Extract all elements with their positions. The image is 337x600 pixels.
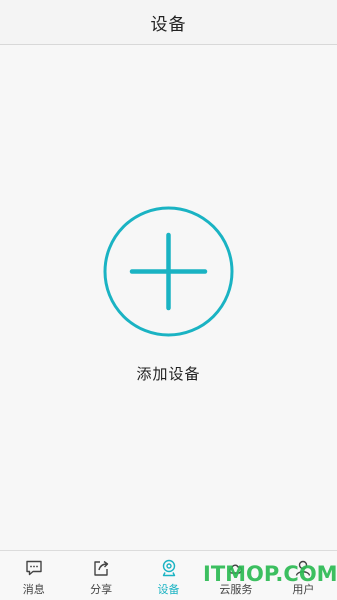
device-page: 添加设备 xyxy=(0,45,337,550)
device-icon xyxy=(162,559,175,577)
tab-messages[interactable]: 消息 xyxy=(0,551,67,600)
add-device-button[interactable] xyxy=(102,205,235,338)
title-bar: 设备 xyxy=(0,0,337,45)
tab-label-devices: 设备 xyxy=(157,583,180,596)
cloud-service-icon xyxy=(228,564,243,574)
tab-label-share: 分享 xyxy=(90,583,113,596)
share-icon xyxy=(94,560,109,576)
plus-circle-icon xyxy=(103,206,234,337)
message-icon xyxy=(26,560,42,576)
app-screen: 设备 添加设备 消息 分享 设备 云服务 用户 ITMOP.COM xyxy=(0,0,337,600)
tab-user[interactable]: 用户 xyxy=(270,551,337,600)
user-icon xyxy=(296,560,311,576)
tab-label-cloud-service: 云服务 xyxy=(219,583,253,596)
tab-devices[interactable]: 设备 xyxy=(135,551,202,600)
add-device-label[interactable]: 添加设备 xyxy=(0,363,337,384)
bottom-tab-bar: 消息 分享 设备 云服务 用户 xyxy=(0,550,337,600)
tab-cloud-service[interactable]: 云服务 xyxy=(202,551,269,600)
tab-label-user: 用户 xyxy=(292,583,315,596)
page-title: 设备 xyxy=(150,14,187,35)
tab-share[interactable]: 分享 xyxy=(67,551,134,600)
tab-label-messages: 消息 xyxy=(22,583,45,596)
